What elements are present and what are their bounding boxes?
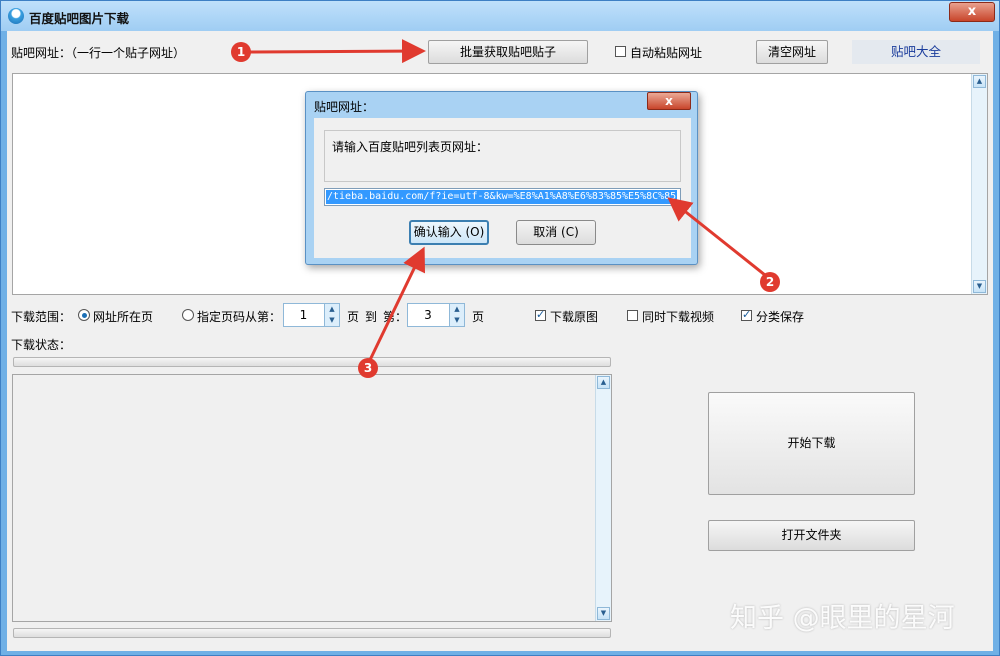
watermark-text: 知乎 @眼里的星河: [730, 603, 955, 634]
page-unit-label-2: 页: [472, 310, 485, 324]
status-log-area[interactable]: ▲ ▼: [12, 374, 612, 622]
dialog-title: 贴吧网址：: [314, 100, 375, 114]
open-folder-button[interactable]: 打开文件夹: [708, 520, 915, 551]
stepper-up-icon[interactable]: ▲: [450, 304, 464, 315]
window-close-button[interactable]: x: [949, 2, 995, 22]
radio-current-page-label: 网址所在页: [93, 310, 154, 324]
batch-fetch-button[interactable]: 批量获取贴吧贴子: [428, 40, 588, 64]
file-progress-bar: [13, 628, 611, 638]
dialog-close-button[interactable]: x: [647, 92, 691, 110]
annotation-marker-3: 3: [358, 358, 378, 378]
category-save-label: 分类保存: [756, 310, 805, 324]
page-from-value[interactable]: 1: [284, 304, 323, 326]
dialog-body: 请输入百度贴吧列表页网址： /tieba.baidu.com/f?ie=utf-…: [314, 118, 691, 258]
di-label: 第：: [383, 310, 408, 324]
clear-urls-button[interactable]: 清空网址: [756, 40, 828, 64]
log-scrollbar[interactable]: ▲ ▼: [595, 375, 611, 621]
cancel-button[interactable]: 取消 (C): [516, 220, 596, 245]
radio-current-page[interactable]: [78, 309, 90, 321]
annotation-marker-2: 2: [760, 272, 780, 292]
url-list-label: 贴吧网址：（一行一个贴子网址）: [11, 46, 186, 60]
download-original-checkbox[interactable]: [535, 308, 546, 321]
tieba-url-input[interactable]: /tieba.baidu.com/f?ie=utf-8&kw=%E8%A1%A8…: [324, 188, 681, 206]
page-unit-label: 页: [347, 310, 360, 324]
start-download-button[interactable]: 开始下载: [708, 392, 915, 495]
download-video-label: 同时下载视频: [642, 310, 715, 324]
page-from-stepper[interactable]: 1 ▲ ▼: [283, 303, 340, 327]
auto-paste-checkbox[interactable]: [615, 46, 626, 57]
prompt-box: 请输入百度贴吧列表页网址：: [324, 130, 681, 182]
download-status-label: 下载状态：: [11, 338, 72, 352]
download-range-label: 下载范围：: [11, 310, 72, 324]
page-to-stepper[interactable]: 3 ▲ ▼: [407, 303, 465, 327]
auto-paste-label: 自动粘贴网址: [630, 46, 703, 60]
download-original-label: 下载原图: [550, 310, 599, 324]
scroll-up-icon[interactable]: ▲: [597, 376, 610, 389]
url-input-value[interactable]: /tieba.baidu.com/f?ie=utf-8&kw=%E8%A1%A8…: [326, 190, 678, 204]
page-to-value[interactable]: 3: [408, 304, 448, 326]
radio-page-range[interactable]: [182, 309, 194, 321]
annotation-marker-1: 1: [231, 42, 251, 62]
confirm-button[interactable]: 确认输入 (O): [409, 220, 489, 245]
stepper-down-icon[interactable]: ▼: [325, 315, 339, 326]
url-input-dialog: 贴吧网址： x 请输入百度贴吧列表页网址： /tieba.baidu.com/f…: [305, 91, 698, 265]
app-logo-icon: [8, 8, 24, 24]
to-label: 到: [365, 310, 378, 324]
page-from-arrows[interactable]: ▲ ▼: [324, 304, 339, 326]
scroll-down-icon[interactable]: ▼: [597, 607, 610, 620]
url-list-scrollbar[interactable]: ▲ ▼: [971, 74, 987, 294]
category-save-checkbox[interactable]: [741, 308, 752, 321]
scroll-down-icon[interactable]: ▼: [973, 280, 986, 293]
stepper-down-icon[interactable]: ▼: [450, 315, 464, 326]
overall-progress-bar: [13, 357, 611, 367]
radio-page-range-label: 指定页码从第：: [197, 310, 282, 324]
scroll-up-icon[interactable]: ▲: [973, 75, 986, 88]
tieba-directory-link[interactable]: 贴吧大全: [852, 40, 980, 64]
dialog-prompt: 请输入百度贴吧列表页网址：: [332, 140, 489, 154]
download-video-checkbox[interactable]: [627, 310, 638, 321]
title-bar: 百度贴吧图片下载 x: [1, 1, 999, 31]
stepper-up-icon[interactable]: ▲: [325, 304, 339, 315]
window-title: 百度贴吧图片下载: [29, 11, 130, 26]
page-to-arrows[interactable]: ▲ ▼: [449, 304, 464, 326]
